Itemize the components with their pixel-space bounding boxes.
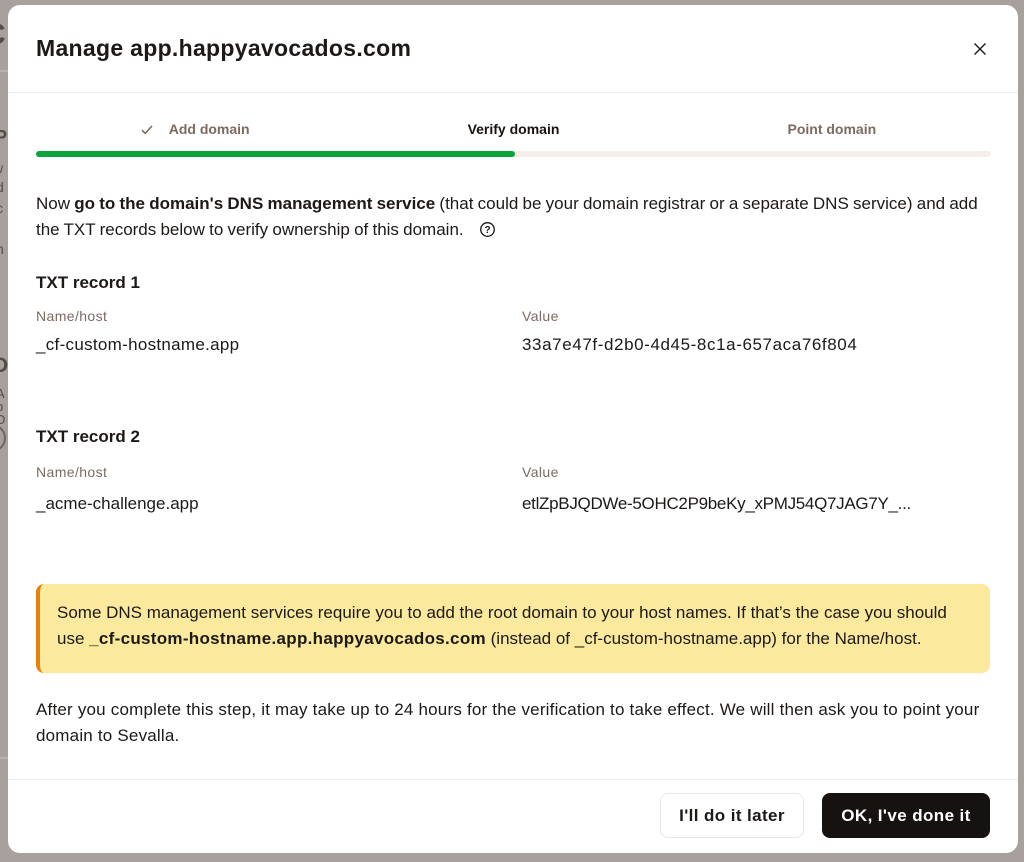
svg-text:?: ?: [484, 225, 490, 236]
